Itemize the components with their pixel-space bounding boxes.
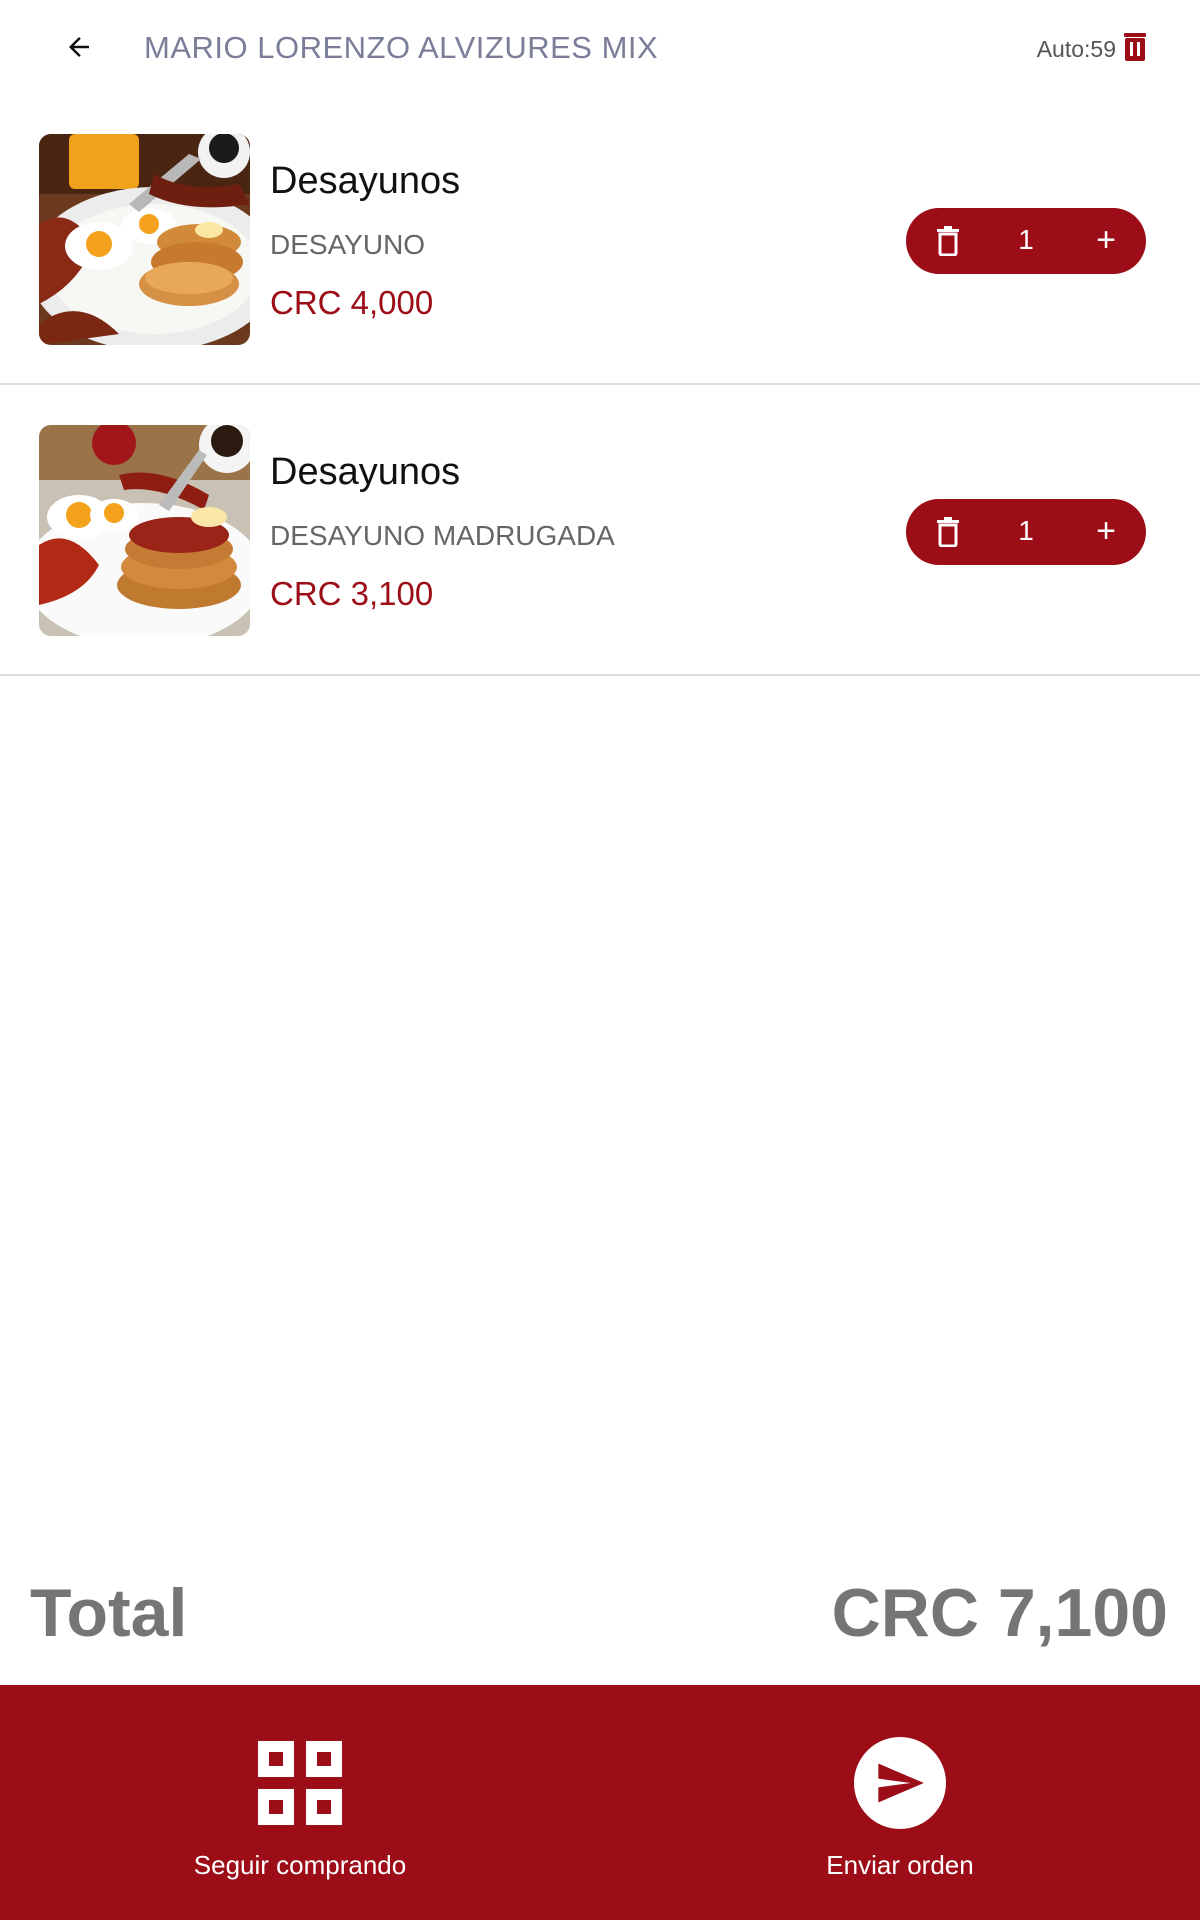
send-order-label: Enviar orden — [826, 1850, 974, 1880]
grid-icon — [258, 1741, 342, 1830]
send-icon — [854, 1737, 946, 1829]
total-label: Total — [30, 1575, 188, 1651]
plus-icon: + — [1096, 512, 1116, 550]
quantity-stepper: 1 + — [906, 208, 1146, 274]
auto-counter: Auto:59 — [1036, 36, 1116, 62]
back-arrow-icon — [69, 37, 89, 57]
item-category: Desayunos — [270, 451, 461, 493]
item-description: DESAYUNO MADRUGADA — [270, 520, 615, 551]
continue-shopping-label: Seguir comprando — [193, 1850, 407, 1880]
item-price: CRC 3,100 — [270, 575, 434, 612]
item-description: DESAYUNO — [270, 229, 426, 260]
back-button[interactable] — [54, 22, 104, 72]
app-header: MARIO LORENZO ALVIZURES MIX Auto:59 — [0, 0, 1200, 98]
continue-shopping-button[interactable]: Seguir comprando — [0, 1685, 600, 1920]
cart-item: Desayunos DESAYUNO MADRUGADA CRC 3,100 1… — [0, 385, 1200, 676]
plus-icon: + — [1096, 221, 1116, 259]
cart-item: Desayunos DESAYUNO CRC 4,000 1 + — [0, 94, 1200, 385]
increase-quantity-button[interactable]: + — [1084, 509, 1128, 553]
item-image — [39, 134, 250, 345]
clear-cart-button[interactable] — [1124, 30, 1146, 61]
page-title: MARIO LORENZO ALVIZURES MIX — [144, 30, 659, 65]
total-amount: CRC 7,100 — [831, 1575, 1168, 1651]
trash-icon — [1124, 30, 1146, 61]
item-image — [39, 425, 250, 636]
send-order-button[interactable]: Enviar orden — [600, 1685, 1200, 1920]
increase-quantity-button[interactable]: + — [1084, 218, 1128, 262]
item-price: CRC 4,000 — [270, 284, 434, 321]
quantity-stepper: 1 + — [906, 499, 1146, 565]
cart-screen: MARIO LORENZO ALVIZURES MIX Auto:59 Desa… — [0, 0, 1200, 1920]
item-category: Desayunos — [270, 160, 461, 202]
bottom-action-bar: Seguir comprando Enviar orden — [0, 1685, 1200, 1920]
